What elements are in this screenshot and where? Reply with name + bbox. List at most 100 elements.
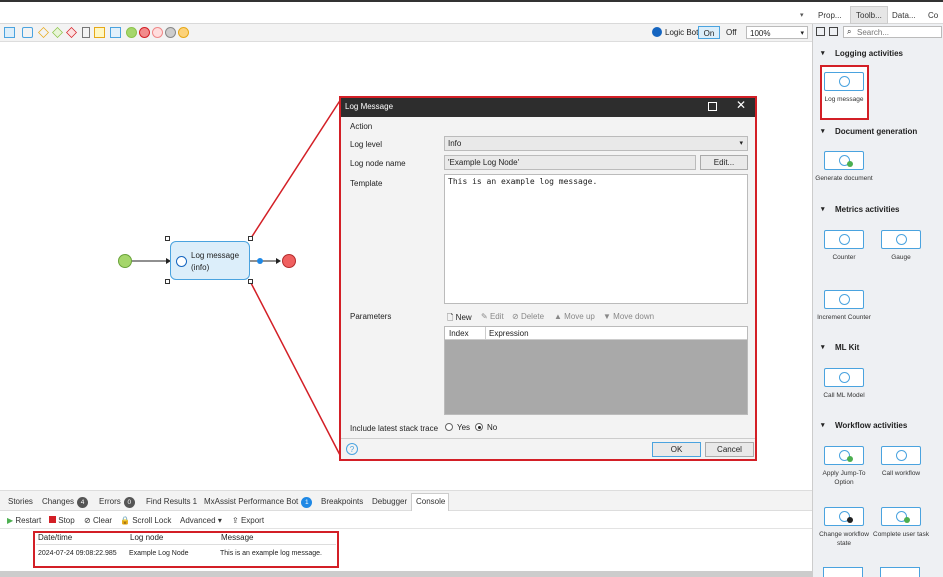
errors-badge: 0 [123, 497, 135, 508]
template-textarea[interactable]: This is an example log message. [444, 174, 748, 304]
pointer-icon[interactable] [4, 27, 15, 38]
loop-icon[interactable] [94, 27, 105, 38]
tool-apply-jump-to[interactable]: Apply Jump-To Option [814, 446, 874, 487]
error-event-icon[interactable] [66, 27, 77, 38]
column-datetime[interactable]: Date/time [38, 533, 72, 542]
log-node-name-field[interactable]: 'Example Log Node' [444, 155, 696, 170]
tab-mxassist[interactable]: MxAssist Performance Bot 1 [204, 497, 313, 508]
selection-handle[interactable] [165, 236, 170, 241]
chevron-down-icon: ▾ [821, 206, 825, 213]
column-divider [485, 327, 486, 340]
start-event-icon[interactable] [126, 27, 137, 38]
break-event-icon[interactable] [165, 27, 176, 38]
stack-trace-no-radio[interactable] [475, 423, 483, 431]
selection-handle[interactable] [248, 279, 253, 284]
restart-button[interactable]: ▶ Restart [7, 516, 41, 525]
tool-gauge[interactable]: Gauge [871, 230, 931, 262]
advanced-button[interactable]: Advanced ▾ [180, 516, 222, 525]
new-parameter-button[interactable]: 🗋 New [447, 312, 472, 326]
tab-breakpoints[interactable]: Breakpoints [321, 497, 363, 506]
tab-stories[interactable]: Stories [8, 497, 33, 506]
section-ml-kit[interactable]: ▾ ML Kit [813, 340, 943, 356]
column-log-node[interactable]: Log node [130, 533, 163, 542]
logic-bot-off-button[interactable]: Off [726, 28, 737, 37]
stack-trace-yes-radio[interactable] [445, 423, 453, 431]
annotation-icon[interactable] [82, 27, 90, 38]
end-event-icon[interactable] [139, 27, 150, 38]
selection-handle[interactable] [165, 279, 170, 284]
column-message[interactable]: Message [221, 533, 253, 542]
tab-properties[interactable]: Prop... [818, 11, 842, 20]
continue-event-icon[interactable] [178, 27, 189, 38]
end-event[interactable] [282, 254, 296, 268]
section-logging[interactable]: ▾ Logging activities [813, 46, 943, 62]
tool-increment-counter[interactable]: Increment Counter [814, 290, 874, 322]
tool-call-workflow[interactable]: Call workflow [871, 446, 931, 478]
decision-icon[interactable] [38, 27, 49, 38]
logic-bot-on-button[interactable]: On [698, 26, 720, 39]
column-expression[interactable]: Expression [489, 329, 529, 338]
move-down-button[interactable]: ▼ Move down [603, 312, 654, 321]
console-log-grid[interactable]: Date/time Log node Message 2024-07-24 09… [0, 529, 812, 577]
zoom-select[interactable]: 100% ▾ [746, 26, 808, 39]
delete-parameter-button[interactable]: ⊘ Delete [512, 312, 544, 321]
selection-handle[interactable] [248, 236, 253, 241]
search-input[interactable] [857, 27, 939, 37]
radio-dot [478, 426, 481, 429]
clear-button[interactable]: ⊘ Clear [84, 516, 112, 525]
tool-counter[interactable]: Counter [814, 230, 874, 262]
dialog-title: Log Message [345, 102, 394, 111]
row-datetime: 2024-07-24 09:08:22.985 [38, 550, 117, 557]
tab-debugger[interactable]: Debugger [372, 497, 407, 506]
section-title: Metrics activities [835, 205, 900, 214]
move-up-button[interactable]: ▲ Move up [554, 312, 595, 321]
tab-console-right[interactable]: Co [928, 11, 938, 20]
tab-errors[interactable]: Errors 0 [99, 497, 135, 508]
tab-changes[interactable]: Changes 4 [42, 497, 89, 508]
tool-generate-document[interactable]: Generate document [814, 151, 874, 183]
connection-point[interactable] [257, 258, 263, 264]
collapse-icon[interactable] [816, 27, 825, 36]
tool-change-workflow-state[interactable]: Change workflow state [814, 507, 874, 548]
delete-icon: ⊘ [512, 312, 519, 321]
export-button[interactable]: ⇪ Export [232, 516, 264, 525]
activity-icon[interactable] [22, 27, 33, 38]
help-icon[interactable]: ? [346, 443, 358, 455]
section-metrics[interactable]: ▾ Metrics activities [813, 202, 943, 218]
tab-console[interactable]: Console [416, 497, 445, 506]
edit-parameter-button[interactable]: ✎ Edit [481, 312, 504, 321]
tool-complete-user-task[interactable]: Complete user task [871, 507, 931, 539]
section-document-generation[interactable]: ▾ Document generation [813, 124, 943, 140]
logic-bot-label: Logic Bot [665, 28, 699, 37]
log-level-select[interactable]: Info ▾ [444, 136, 748, 151]
chevron-down-icon[interactable]: ▾ [800, 11, 804, 19]
edit-node-name-button[interactable]: Edit... [700, 155, 748, 170]
column-index[interactable]: Index [449, 329, 469, 338]
chevron-down-icon: ▾ [800, 30, 804, 37]
tab-find-results[interactable]: Find Results 1 [146, 497, 197, 506]
parameter-icon[interactable] [110, 27, 121, 38]
tool-label: Log message [824, 96, 864, 103]
section-workflow[interactable]: ▾ Workflow activities [813, 418, 943, 434]
maximize-icon[interactable] [708, 102, 717, 111]
tool-log-message[interactable]: Log message [814, 72, 874, 104]
tool-label: Call workflow [881, 470, 921, 477]
tool-call-ml-model[interactable]: Call ML Model [814, 368, 874, 400]
scroll-lock-button[interactable]: 🔒 Scroll Lock [120, 516, 171, 525]
expand-icon[interactable] [829, 27, 838, 36]
stop-button[interactable]: Stop [49, 516, 75, 525]
start-event[interactable] [118, 254, 132, 268]
log-message-activity[interactable]: Log message (info) [170, 241, 250, 280]
close-icon[interactable]: ✕ [736, 99, 746, 111]
horizontal-scrollbar[interactable] [0, 571, 812, 577]
row-log-node: Example Log Node [129, 550, 189, 557]
ok-button[interactable]: OK [652, 442, 701, 457]
toolbox-search[interactable]: ⌕ [843, 26, 942, 38]
cancel-button[interactable]: Cancel [705, 442, 754, 457]
tab-toolbox[interactable]: Toolb... [856, 11, 882, 20]
tab-data[interactable]: Data... [892, 11, 916, 20]
error-end-icon[interactable] [152, 27, 163, 38]
merge-icon[interactable] [52, 27, 63, 38]
parameters-table[interactable]: Index Expression [444, 326, 748, 415]
table-row[interactable]: 2024-07-24 09:08:22.985 Example Log Node… [36, 546, 336, 564]
